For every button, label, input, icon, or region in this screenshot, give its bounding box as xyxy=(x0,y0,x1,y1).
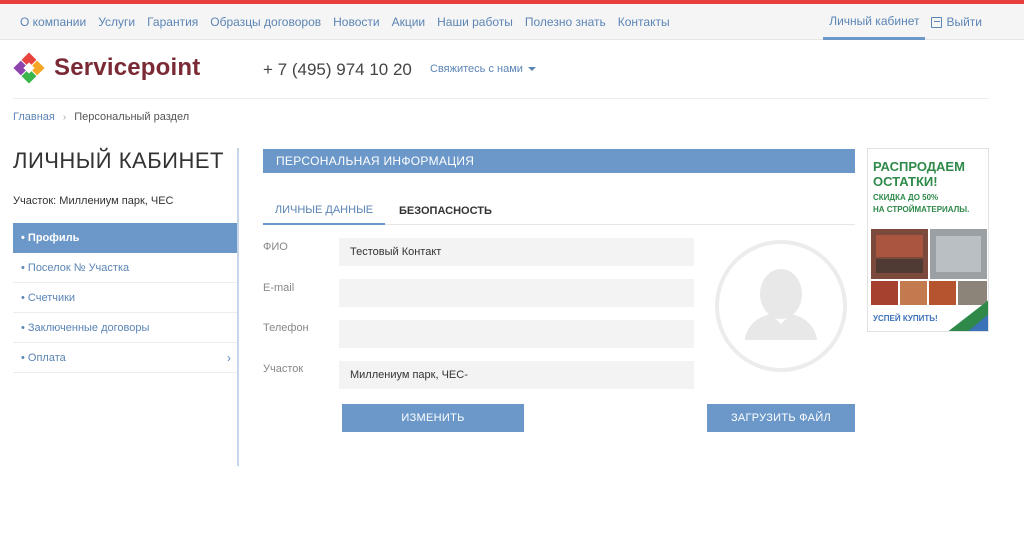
fio-label: ФИО xyxy=(263,241,288,253)
logout-label: Выйти xyxy=(946,15,982,29)
nav-contract-samples[interactable]: Образцы договоров xyxy=(210,15,321,29)
logo-text: Servicepoint xyxy=(54,54,201,81)
avatar-placeholder xyxy=(715,240,847,372)
caret-down-icon xyxy=(527,67,536,72)
top-navigation: О компании Услуги Гарантия Образцы догов… xyxy=(0,4,1024,40)
nav-contacts[interactable]: Контакты xyxy=(618,15,670,29)
tab-personal-data[interactable]: ЛИЧНЫЕ ДАННЫЕ xyxy=(263,196,385,225)
phone-label: Телефон xyxy=(263,322,309,334)
ad-headline: РАСПРОДАЕМ ОСТАТКИ! xyxy=(873,159,965,189)
chevron-right-icon: › xyxy=(227,351,231,365)
upload-file-button[interactable]: ЗАГРУЗИТЬ ФАЙЛ xyxy=(707,404,855,432)
logout-button[interactable]: Выйти xyxy=(931,4,982,40)
sidebar-item-payment[interactable]: • Оплата › xyxy=(13,343,237,373)
user-silhouette-icon xyxy=(745,269,817,340)
fio-field[interactable]: Тестовый Контакт xyxy=(339,238,694,266)
nav-useful[interactable]: Полезно знать xyxy=(525,15,606,29)
sidebar-item-profile[interactable]: • Профиль xyxy=(13,223,237,253)
contact-us-dropdown[interactable]: Свяжитесь с нами xyxy=(430,63,536,75)
logo[interactable]: Servicepoint xyxy=(12,51,200,85)
ad-cta: УСПЕЙ КУПИТЬ! xyxy=(873,314,938,323)
profile-tabs: ЛИЧНЫЕ ДАННЫЕ БЕЗОПАСНОСТЬ xyxy=(263,196,855,225)
breadcrumb: Главная › Персональный раздел xyxy=(13,111,189,123)
email-label: E-mail xyxy=(263,282,295,294)
site-header: Servicepoint + 7 (495) 974 10 20 Свяжите… xyxy=(0,40,1024,100)
account-links: Личный кабинет Выйти xyxy=(823,4,982,40)
logo-mark-icon xyxy=(13,52,45,84)
contact-us-label: Свяжитесь с нами xyxy=(430,63,523,75)
nav-news[interactable]: Новости xyxy=(333,15,379,29)
email-field[interactable] xyxy=(339,279,694,307)
header-divider xyxy=(13,98,989,99)
nav-our-works[interactable]: Наши работы xyxy=(437,15,513,29)
ad-subtitle-line-2: НА СТРОЙМАТЕРИАЛЫ. xyxy=(873,205,970,214)
plot-value: Миллениум парк, ЧЕС- xyxy=(350,369,468,381)
personal-cabinet-link[interactable]: Личный кабинет xyxy=(823,4,926,40)
plot-info: Участок: Миллениум парк, ЧЕС xyxy=(13,195,174,207)
edit-button[interactable]: ИЗМЕНИТЬ xyxy=(342,404,524,432)
nav-warranty[interactable]: Гарантия xyxy=(147,15,198,29)
ad-subtitle: СКИДКА ДО 50% НА СТРОЙМАТЕРИАЛЫ. xyxy=(873,192,969,216)
breadcrumb-current: Персональный раздел xyxy=(74,111,190,123)
sidebar-item-settlement[interactable]: • Поселок № Участка xyxy=(13,253,237,283)
ad-banner[interactable]: РАСПРОДАЕМ ОСТАТКИ! СКИДКА ДО 50% НА СТР… xyxy=(867,148,989,332)
nav-services[interactable]: Услуги xyxy=(98,15,135,29)
nav-about[interactable]: О компании xyxy=(20,15,86,29)
breadcrumb-separator-icon: › xyxy=(62,111,67,123)
header-phone[interactable]: + 7 (495) 974 10 20 xyxy=(263,60,412,80)
logout-icon xyxy=(931,16,943,28)
sidebar-item-payment-label: • Оплата xyxy=(21,351,66,364)
ad-subtitle-line-1: СКИДКА ДО 50% xyxy=(873,193,939,202)
plot-field[interactable]: Миллениум парк, ЧЕС- xyxy=(339,361,694,389)
plot-label: Участок xyxy=(263,363,304,375)
ad-headline-line-1: РАСПРОДАЕМ xyxy=(873,159,965,174)
nav-promotions[interactable]: Акции xyxy=(392,15,426,29)
section-header: ПЕРСОНАЛЬНАЯ ИНФОРМАЦИЯ xyxy=(263,149,855,173)
sidebar-item-meters[interactable]: • Счетчики xyxy=(13,283,237,313)
main-menu: О компании Услуги Гарантия Образцы догов… xyxy=(14,4,676,40)
sidebar-menu: • Профиль • Поселок № Участка • Счетчики… xyxy=(13,223,237,373)
plot-value-hidden xyxy=(468,369,480,381)
phone-field[interactable] xyxy=(339,320,694,348)
tab-security[interactable]: БЕЗОПАСНОСТЬ xyxy=(399,196,492,225)
sidebar-divider xyxy=(237,148,239,466)
breadcrumb-home[interactable]: Главная xyxy=(13,111,55,123)
page-title: ЛИЧНЫЙ КАБИНЕТ xyxy=(13,148,224,173)
sidebar-item-contracts[interactable]: • Заключенные договоры xyxy=(13,313,237,343)
ad-headline-line-2: ОСТАТКИ! xyxy=(873,174,938,189)
